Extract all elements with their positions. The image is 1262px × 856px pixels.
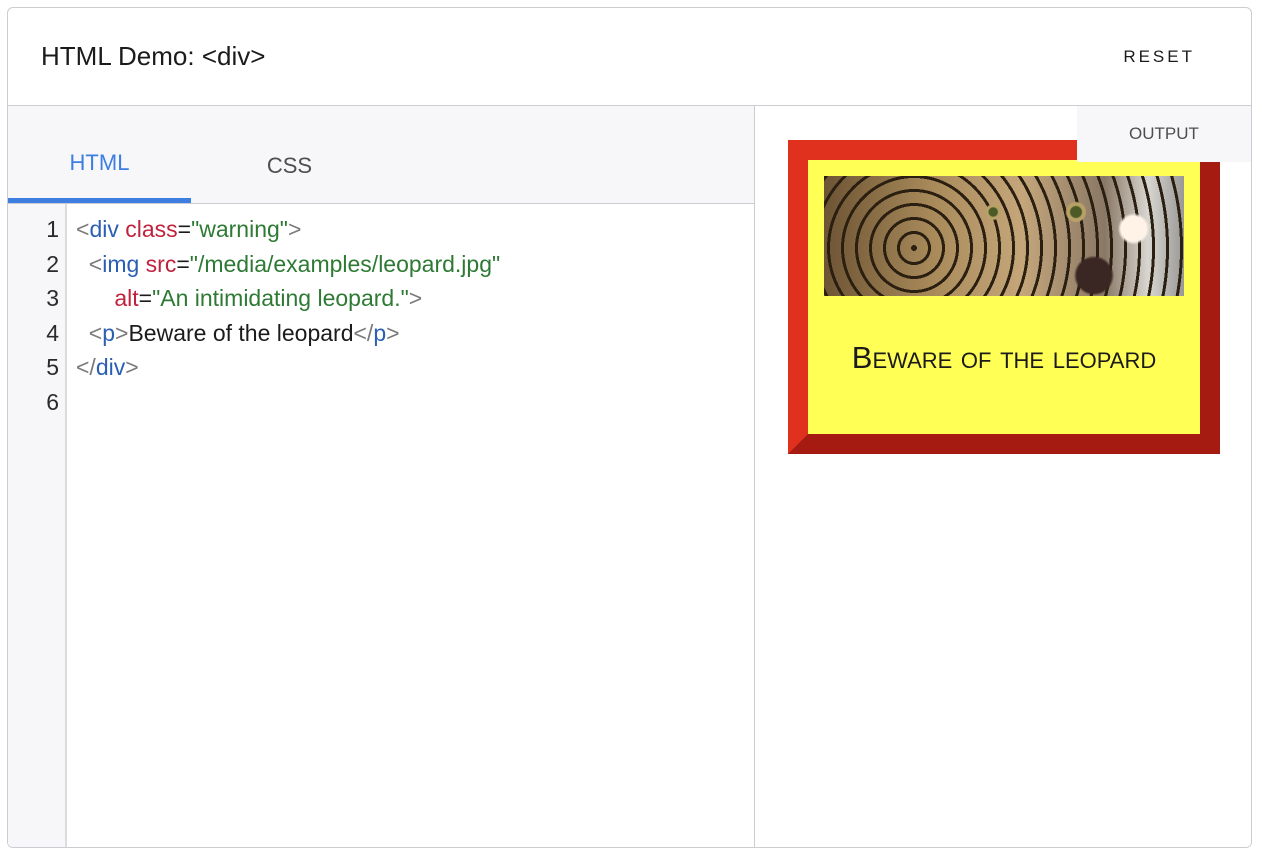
warning-paragraph: Beware of the leopard: [851, 340, 1157, 375]
code-punctuation: >: [386, 319, 400, 346]
code-punctuation: >: [408, 285, 423, 311]
leopard-image: [824, 176, 1184, 296]
line-number: 2: [46, 250, 59, 277]
line-number: 3: [46, 285, 59, 311]
code-line: <div class="warning">: [76, 212, 744, 247]
code-line: <p>Beware of the leopard</p>: [76, 316, 744, 351]
code-attribute: src: [145, 250, 177, 277]
code-equals: =: [138, 285, 153, 311]
editor-tabs: HTML CSS: [8, 106, 754, 204]
code-tag-name: div: [95, 354, 126, 380]
reset-button[interactable]: RESET: [1117, 46, 1201, 68]
line-number-gutter: 1 2 3 4 5 6: [8, 204, 67, 847]
code-attribute-value: "warning": [191, 216, 288, 242]
code-line: <img src="/media/examples/leopard.jpg": [76, 247, 744, 282]
code-punctuation: >: [287, 216, 302, 242]
code-attribute: class: [125, 216, 178, 242]
code-tag-name: p: [373, 319, 387, 346]
code-punctuation: >: [125, 354, 139, 380]
demo-frame: HTML Demo: <div> RESET HTML CSS 1 2 3 4 …: [7, 7, 1252, 848]
code-punctuation: <: [76, 216, 90, 242]
code-line: alt="An intimidating leopard.">: [76, 281, 744, 316]
line-number: 1: [46, 216, 59, 242]
code-tag-name: div: [89, 216, 119, 242]
code-equals: =: [176, 250, 190, 277]
code-text-area[interactable]: <div class="warning"> <img src="/media/e…: [76, 212, 744, 847]
warning-box: Beware of the leopard: [788, 140, 1220, 454]
code-punctuation: >: [115, 319, 129, 346]
line-number: 6: [46, 388, 59, 415]
code-line: </div>: [76, 350, 744, 385]
code-punctuation: <: [88, 250, 103, 277]
tab-css[interactable]: CSS: [198, 106, 381, 203]
demo-title: HTML Demo: <div>: [41, 41, 266, 71]
code-equals: =: [177, 216, 192, 242]
code-tag-name: p: [102, 319, 116, 346]
tab-html[interactable]: HTML: [8, 106, 191, 203]
line-number: 4: [46, 319, 59, 346]
line-number: 5: [46, 354, 59, 380]
code-attribute: alt: [114, 285, 139, 311]
code-punctuation: <: [88, 319, 103, 346]
code-punctuation: </: [353, 319, 374, 346]
code-tag-name: img: [102, 250, 140, 277]
code-attribute-value: "/media/examples/leopard.jpg": [189, 250, 501, 277]
demo-header: HTML Demo: <div> RESET: [8, 8, 1251, 106]
code-text: Beware of the leopard: [128, 319, 354, 346]
code-punctuation: </: [76, 354, 96, 380]
code-editor-pane: HTML CSS 1 2 3 4 5 6 <div class="warning…: [8, 106, 755, 847]
output-label: OUTPUT: [1077, 106, 1251, 162]
output-pane: OUTPUT Beware of the leopard: [755, 106, 1251, 847]
code-attribute-value: "An intimidating leopard.": [152, 285, 409, 311]
